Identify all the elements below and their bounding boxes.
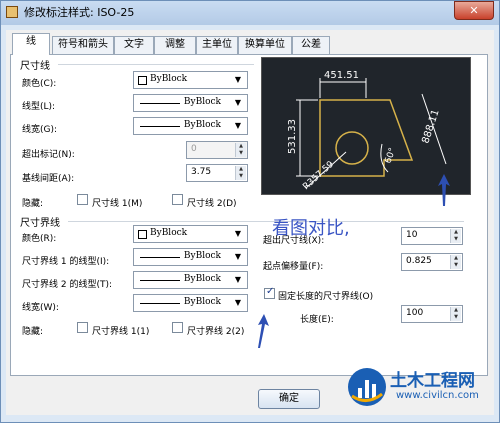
length-spinner[interactable]: 100 ▲ ▼ (401, 305, 463, 323)
extend-beyond-dim-lines-spinner[interactable]: 10 ▲ ▼ (401, 227, 463, 245)
annotation-arrow-up-icon (258, 314, 269, 348)
ext-color-value: ByBlock (150, 228, 188, 238)
line-sample (140, 257, 180, 258)
ext-linetype-1-select[interactable]: ByBlock ▼ (133, 248, 248, 266)
length-label: 长度(E): (300, 315, 334, 325)
preview-dim-top: 451.51 (324, 70, 359, 81)
chevron-down-icon: ▼ (234, 121, 242, 130)
spinner-arrows-icon[interactable]: ▲ ▼ (450, 307, 461, 321)
chevron-down-icon: ▼ (234, 75, 242, 84)
dim-color-select[interactable]: ByBlock ▼ (133, 71, 248, 89)
suppress-dim-line-1-label: 尺寸线 1(M) (92, 199, 143, 209)
ext-color-label: 颜色(R): (22, 234, 57, 244)
ext-lineweight-select[interactable]: ByBlock ▼ (133, 294, 248, 312)
suppress-dim-line-2-label: 尺寸线 2(D) (187, 199, 237, 209)
extend-beyond-ticks-spinner[interactable]: 0 ▲ ▼ (186, 141, 248, 159)
dim-lineweight-value: ByBlock (183, 120, 221, 130)
close-button[interactable]: ✕ (454, 1, 494, 20)
suppress-ext-line-2-checkbox[interactable] (172, 322, 183, 333)
group-divider (68, 221, 464, 222)
ext-linetype-1-value: ByBlock (183, 251, 221, 261)
app-icon (6, 6, 18, 18)
group-divider (58, 64, 254, 65)
dim-color-label: 颜色(C): (22, 79, 57, 89)
chevron-down-icon: ▼ (234, 229, 242, 238)
dim-linetype-label: 线型(L): (22, 102, 56, 112)
ext-lineweight-value: ByBlock (183, 297, 221, 307)
line-sample (140, 126, 180, 127)
color-swatch (138, 76, 147, 85)
color-swatch (138, 230, 147, 239)
ext-lines-group-label: 尺寸界线 (20, 218, 60, 229)
tab-tolerances[interactable]: 公差 (292, 36, 330, 54)
offset-from-origin-spinner[interactable]: 0.825 ▲ ▼ (401, 253, 463, 271)
line-sample (140, 103, 180, 104)
preview-hole (335, 131, 369, 165)
line-sample (140, 303, 180, 304)
dim-lines-group-label: 尺寸线 (20, 61, 50, 72)
baseline-spacing-label: 基线间距(A): (22, 174, 75, 184)
dim-lineweight-select[interactable]: ByBlock ▼ (133, 117, 248, 135)
ext-color-select[interactable]: ByBlock ▼ (133, 225, 248, 243)
ext-linetype-2-label: 尺寸界线 2 的线型(T): (22, 280, 113, 290)
tab-alternate-units[interactable]: 换算单位 (238, 36, 292, 54)
tab-primary-units[interactable]: 主单位 (196, 36, 238, 54)
chevron-down-icon: ▼ (234, 275, 242, 284)
fixed-length-ext-lines-checkbox[interactable] (264, 286, 275, 299)
spinner-arrows-icon[interactable]: ▲ ▼ (235, 166, 246, 180)
ext-lineweight-label: 线宽(W): (22, 303, 59, 313)
preview-angle: 60° (383, 147, 398, 165)
dim-lineweight-label: 线宽(G): (22, 125, 58, 135)
suppress-dim-line-1-checkbox[interactable] (77, 194, 88, 205)
length-value: 100 (406, 308, 424, 318)
ext-suppress-label: 隐藏: (22, 327, 44, 337)
tab-text[interactable]: 文字 (114, 36, 154, 54)
chevron-down-icon: ▼ (234, 298, 242, 307)
preview-dim-right: 888.11 (420, 108, 441, 145)
ext-linetype-1-label: 尺寸界线 1 的线型(I): (22, 257, 110, 267)
watermark-logo (348, 368, 386, 406)
offset-from-origin-value: 0.825 (406, 256, 432, 266)
baseline-spacing-value: 3.75 (191, 167, 212, 177)
suppress-ext-line-2-label: 尺寸界线 2(2) (187, 327, 245, 337)
ext-linetype-2-value: ByBlock (183, 274, 221, 284)
annotation-arrow-up-icon (438, 174, 450, 206)
tab-symbols-arrows[interactable]: 符号和箭头 (52, 36, 114, 54)
offset-from-origin-label: 起点偏移量(F): (263, 262, 324, 272)
suppress-dim-line-2-checkbox[interactable] (172, 194, 183, 205)
dim-color-value: ByBlock (150, 74, 188, 84)
tab-lines[interactable]: 线 (12, 33, 50, 55)
extend-beyond-ticks-value: 0 (191, 144, 197, 154)
annotation-text: 看图对比, (272, 218, 350, 239)
dim-linetype-select[interactable]: ByBlock ▼ (133, 94, 248, 112)
line-sample (140, 280, 180, 281)
watermark-title: 土木工程网 (390, 371, 475, 391)
extend-beyond-ticks-label: 超出标记(N): (22, 150, 75, 160)
fixed-length-ext-lines-label: 固定长度的尺寸界线(O) (278, 292, 374, 302)
tab-fit[interactable]: 调整 (154, 36, 196, 54)
suppress-ext-line-1-label: 尺寸界线 1(1) (92, 327, 150, 337)
baseline-spacing-spinner[interactable]: 3.75 ▲ ▼ (186, 164, 248, 182)
spinner-arrows-icon[interactable]: ▲ ▼ (450, 255, 461, 269)
ok-button[interactable]: 确定 (258, 389, 320, 409)
dim-linetype-value: ByBlock (183, 97, 221, 107)
chevron-down-icon: ▼ (234, 98, 242, 107)
extend-beyond-dim-lines-value: 10 (406, 230, 418, 240)
watermark-url: www.civilcn.com (396, 390, 479, 401)
ext-linetype-2-select[interactable]: ByBlock ▼ (133, 271, 248, 289)
spinner-arrows-icon[interactable]: ▲ ▼ (450, 229, 461, 243)
window-title: 修改标注样式: ISO-25 (24, 6, 135, 19)
suppress-ext-line-1-checkbox[interactable] (77, 322, 88, 333)
dim-suppress-label: 隐藏: (22, 199, 44, 209)
preview-dim-left: 531.33 (287, 119, 298, 154)
spinner-arrows-icon[interactable]: ▲ ▼ (235, 143, 246, 157)
chevron-down-icon: ▼ (234, 252, 242, 261)
